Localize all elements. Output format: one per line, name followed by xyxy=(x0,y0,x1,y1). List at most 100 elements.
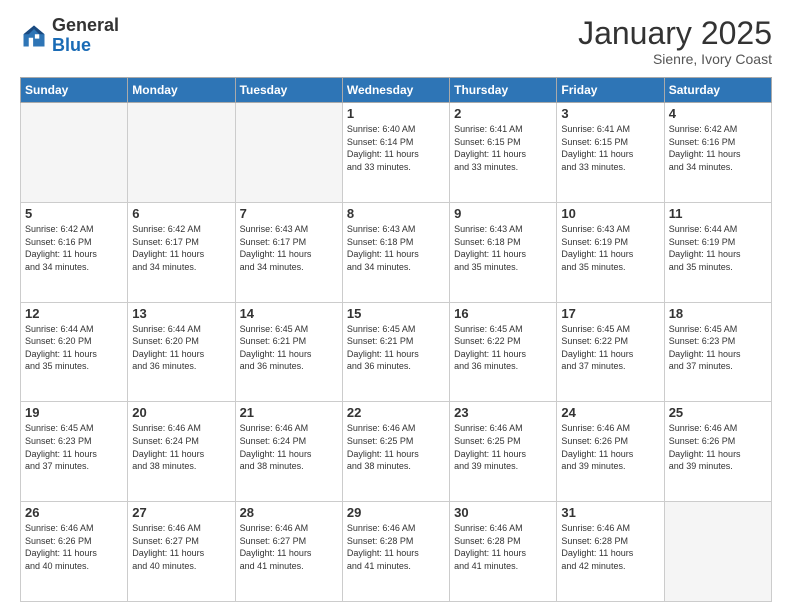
day-info: Sunrise: 6:44 AM Sunset: 6:20 PM Dayligh… xyxy=(25,323,123,373)
calendar-cell: 3 Sunrise: 6:41 AM Sunset: 6:15 PM Daylig… xyxy=(557,103,664,203)
day-header-friday: Friday xyxy=(557,78,664,103)
day-info: Sunrise: 6:45 AM Sunset: 6:23 PM Dayligh… xyxy=(25,422,123,472)
calendar-cell: 19 Sunrise: 6:45 AM Sunset: 6:23 PM Dayli… xyxy=(21,402,128,502)
calendar-cell: 29 Sunrise: 6:46 AM Sunset: 6:28 PM Dayli… xyxy=(342,502,449,602)
day-number: 16 xyxy=(454,306,552,321)
calendar-cell: 27 Sunrise: 6:46 AM Sunset: 6:27 PM Dayli… xyxy=(128,502,235,602)
day-number: 20 xyxy=(132,405,230,420)
day-info: Sunrise: 6:41 AM Sunset: 6:15 PM Dayligh… xyxy=(561,123,659,173)
day-number: 23 xyxy=(454,405,552,420)
day-number: 21 xyxy=(240,405,338,420)
day-info: Sunrise: 6:46 AM Sunset: 6:27 PM Dayligh… xyxy=(240,522,338,572)
day-header-wednesday: Wednesday xyxy=(342,78,449,103)
calendar-header-row: SundayMondayTuesdayWednesdayThursdayFrid… xyxy=(21,78,772,103)
day-info: Sunrise: 6:42 AM Sunset: 6:16 PM Dayligh… xyxy=(669,123,767,173)
calendar-week-row: 19 Sunrise: 6:45 AM Sunset: 6:23 PM Dayli… xyxy=(21,402,772,502)
location-subtitle: Sienre, Ivory Coast xyxy=(578,51,772,67)
day-info: Sunrise: 6:46 AM Sunset: 6:25 PM Dayligh… xyxy=(454,422,552,472)
calendar-cell xyxy=(128,103,235,203)
day-number: 26 xyxy=(25,505,123,520)
day-info: Sunrise: 6:46 AM Sunset: 6:28 PM Dayligh… xyxy=(454,522,552,572)
day-number: 19 xyxy=(25,405,123,420)
calendar-cell: 1Sunrise: 6:40 AM Sunset: 6:14 PM Daylig… xyxy=(342,103,449,203)
day-info: Sunrise: 6:45 AM Sunset: 6:23 PM Dayligh… xyxy=(669,323,767,373)
day-number: 27 xyxy=(132,505,230,520)
day-header-monday: Monday xyxy=(128,78,235,103)
calendar-table: SundayMondayTuesdayWednesdayThursdayFrid… xyxy=(20,77,772,602)
day-number: 9 xyxy=(454,206,552,221)
calendar-week-row: 1Sunrise: 6:40 AM Sunset: 6:14 PM Daylig… xyxy=(21,103,772,203)
calendar-cell: 25 Sunrise: 6:46 AM Sunset: 6:26 PM Dayli… xyxy=(664,402,771,502)
day-number: 14 xyxy=(240,306,338,321)
month-title: January 2025 xyxy=(578,16,772,51)
calendar-week-row: 26 Sunrise: 6:46 AM Sunset: 6:26 PM Dayli… xyxy=(21,502,772,602)
day-header-saturday: Saturday xyxy=(664,78,771,103)
day-number: 7 xyxy=(240,206,338,221)
calendar-cell: 24Sunrise: 6:46 AM Sunset: 6:26 PM Dayli… xyxy=(557,402,664,502)
calendar-cell xyxy=(664,502,771,602)
day-header-sunday: Sunday xyxy=(21,78,128,103)
day-number: 1 xyxy=(347,106,445,121)
calendar-cell: 20 Sunrise: 6:46 AM Sunset: 6:24 PM Dayli… xyxy=(128,402,235,502)
day-number: 3 xyxy=(561,106,659,121)
day-number: 31 xyxy=(561,505,659,520)
day-number: 12 xyxy=(25,306,123,321)
calendar-body: 1Sunrise: 6:40 AM Sunset: 6:14 PM Daylig… xyxy=(21,103,772,602)
calendar-cell: 5Sunrise: 6:42 AM Sunset: 6:16 PM Daylig… xyxy=(21,202,128,302)
calendar-cell xyxy=(21,103,128,203)
day-info: Sunrise: 6:46 AM Sunset: 6:27 PM Dayligh… xyxy=(132,522,230,572)
day-number: 25 xyxy=(669,405,767,420)
calendar-cell: 7Sunrise: 6:43 AM Sunset: 6:17 PM Daylig… xyxy=(235,202,342,302)
day-number: 30 xyxy=(454,505,552,520)
day-info: Sunrise: 6:46 AM Sunset: 6:26 PM Dayligh… xyxy=(25,522,123,572)
day-number: 28 xyxy=(240,505,338,520)
day-info: Sunrise: 6:41 AM Sunset: 6:15 PM Dayligh… xyxy=(454,123,552,173)
calendar-cell: 2Sunrise: 6:41 AM Sunset: 6:15 PM Daylig… xyxy=(450,103,557,203)
calendar-cell: 17 Sunrise: 6:45 AM Sunset: 6:22 PM Dayli… xyxy=(557,302,664,402)
day-number: 5 xyxy=(25,206,123,221)
logo-blue-text: Blue xyxy=(52,36,119,56)
calendar-cell: 11 Sunrise: 6:44 AM Sunset: 6:19 PM Dayli… xyxy=(664,202,771,302)
day-number: 4 xyxy=(669,106,767,121)
calendar-cell: 8Sunrise: 6:43 AM Sunset: 6:18 PM Daylig… xyxy=(342,202,449,302)
day-number: 17 xyxy=(561,306,659,321)
header: General Blue January 2025 Sienre, Ivory … xyxy=(20,16,772,67)
day-number: 10 xyxy=(561,206,659,221)
day-info: Sunrise: 6:45 AM Sunset: 6:21 PM Dayligh… xyxy=(240,323,338,373)
calendar-cell: 16Sunrise: 6:45 AM Sunset: 6:22 PM Dayli… xyxy=(450,302,557,402)
calendar-cell: 30 Sunrise: 6:46 AM Sunset: 6:28 PM Dayli… xyxy=(450,502,557,602)
calendar-cell: 6Sunrise: 6:42 AM Sunset: 6:17 PM Daylig… xyxy=(128,202,235,302)
day-info: Sunrise: 6:43 AM Sunset: 6:18 PM Dayligh… xyxy=(454,223,552,273)
calendar-cell: 4 Sunrise: 6:42 AM Sunset: 6:16 PM Daylig… xyxy=(664,103,771,203)
calendar-cell: 12 Sunrise: 6:44 AM Sunset: 6:20 PM Dayli… xyxy=(21,302,128,402)
calendar-cell: 22 Sunrise: 6:46 AM Sunset: 6:25 PM Dayli… xyxy=(342,402,449,502)
calendar-cell: 15Sunrise: 6:45 AM Sunset: 6:21 PM Dayli… xyxy=(342,302,449,402)
day-info: Sunrise: 6:45 AM Sunset: 6:22 PM Dayligh… xyxy=(561,323,659,373)
day-info: Sunrise: 6:44 AM Sunset: 6:19 PM Dayligh… xyxy=(669,223,767,273)
calendar-cell: 26 Sunrise: 6:46 AM Sunset: 6:26 PM Dayli… xyxy=(21,502,128,602)
day-number: 29 xyxy=(347,505,445,520)
day-number: 8 xyxy=(347,206,445,221)
logo-text: General Blue xyxy=(52,16,119,56)
day-info: Sunrise: 6:46 AM Sunset: 6:28 PM Dayligh… xyxy=(561,522,659,572)
calendar-cell: 21Sunrise: 6:46 AM Sunset: 6:24 PM Dayli… xyxy=(235,402,342,502)
day-header-thursday: Thursday xyxy=(450,78,557,103)
day-info: Sunrise: 6:46 AM Sunset: 6:26 PM Dayligh… xyxy=(669,422,767,472)
day-number: 11 xyxy=(669,206,767,221)
day-info: Sunrise: 6:46 AM Sunset: 6:28 PM Dayligh… xyxy=(347,522,445,572)
logo-general-text: General xyxy=(52,16,119,36)
day-number: 24 xyxy=(561,405,659,420)
calendar-cell: 23 Sunrise: 6:46 AM Sunset: 6:25 PM Dayli… xyxy=(450,402,557,502)
calendar-cell: 31 Sunrise: 6:46 AM Sunset: 6:28 PM Dayli… xyxy=(557,502,664,602)
day-number: 22 xyxy=(347,405,445,420)
day-info: Sunrise: 6:46 AM Sunset: 6:25 PM Dayligh… xyxy=(347,422,445,472)
logo: General Blue xyxy=(20,16,119,56)
day-number: 18 xyxy=(669,306,767,321)
calendar-cell: 13Sunrise: 6:44 AM Sunset: 6:20 PM Dayli… xyxy=(128,302,235,402)
calendar-cell: 18 Sunrise: 6:45 AM Sunset: 6:23 PM Dayli… xyxy=(664,302,771,402)
calendar-cell xyxy=(235,103,342,203)
calendar-cell: 14 Sunrise: 6:45 AM Sunset: 6:21 PM Dayli… xyxy=(235,302,342,402)
day-info: Sunrise: 6:46 AM Sunset: 6:24 PM Dayligh… xyxy=(132,422,230,472)
day-info: Sunrise: 6:42 AM Sunset: 6:17 PM Dayligh… xyxy=(132,223,230,273)
calendar-cell: 28 Sunrise: 6:46 AM Sunset: 6:27 PM Dayli… xyxy=(235,502,342,602)
